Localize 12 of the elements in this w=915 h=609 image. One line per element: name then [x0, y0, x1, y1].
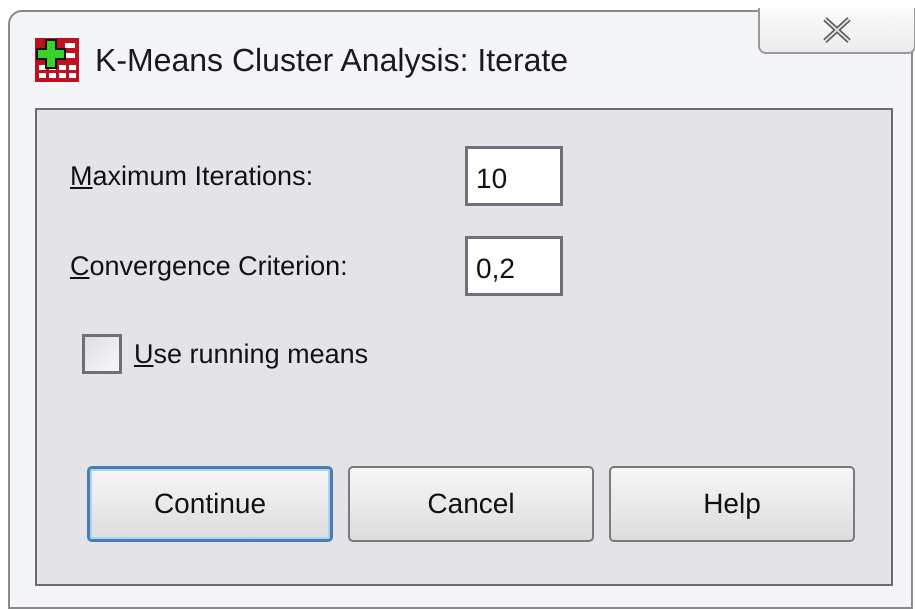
continue-button[interactable]: Continue [87, 466, 333, 542]
input-field[interactable]: 10 [465, 146, 563, 206]
field-label: Maximum Iterations: [70, 160, 314, 192]
window-title: K-Means Cluster Analysis: Iterate [95, 42, 568, 78]
close-button[interactable] [758, 8, 915, 54]
input-field[interactable]: 0,2 [465, 236, 563, 296]
help-button[interactable]: Help [609, 466, 855, 542]
checkbox-label: Use running means [134, 338, 368, 370]
grid-plus-icon [35, 38, 79, 82]
cancel-button[interactable]: Cancel [348, 466, 594, 542]
field-label: Convergence Criterion: [70, 250, 349, 282]
checkbox[interactable] [82, 334, 122, 374]
